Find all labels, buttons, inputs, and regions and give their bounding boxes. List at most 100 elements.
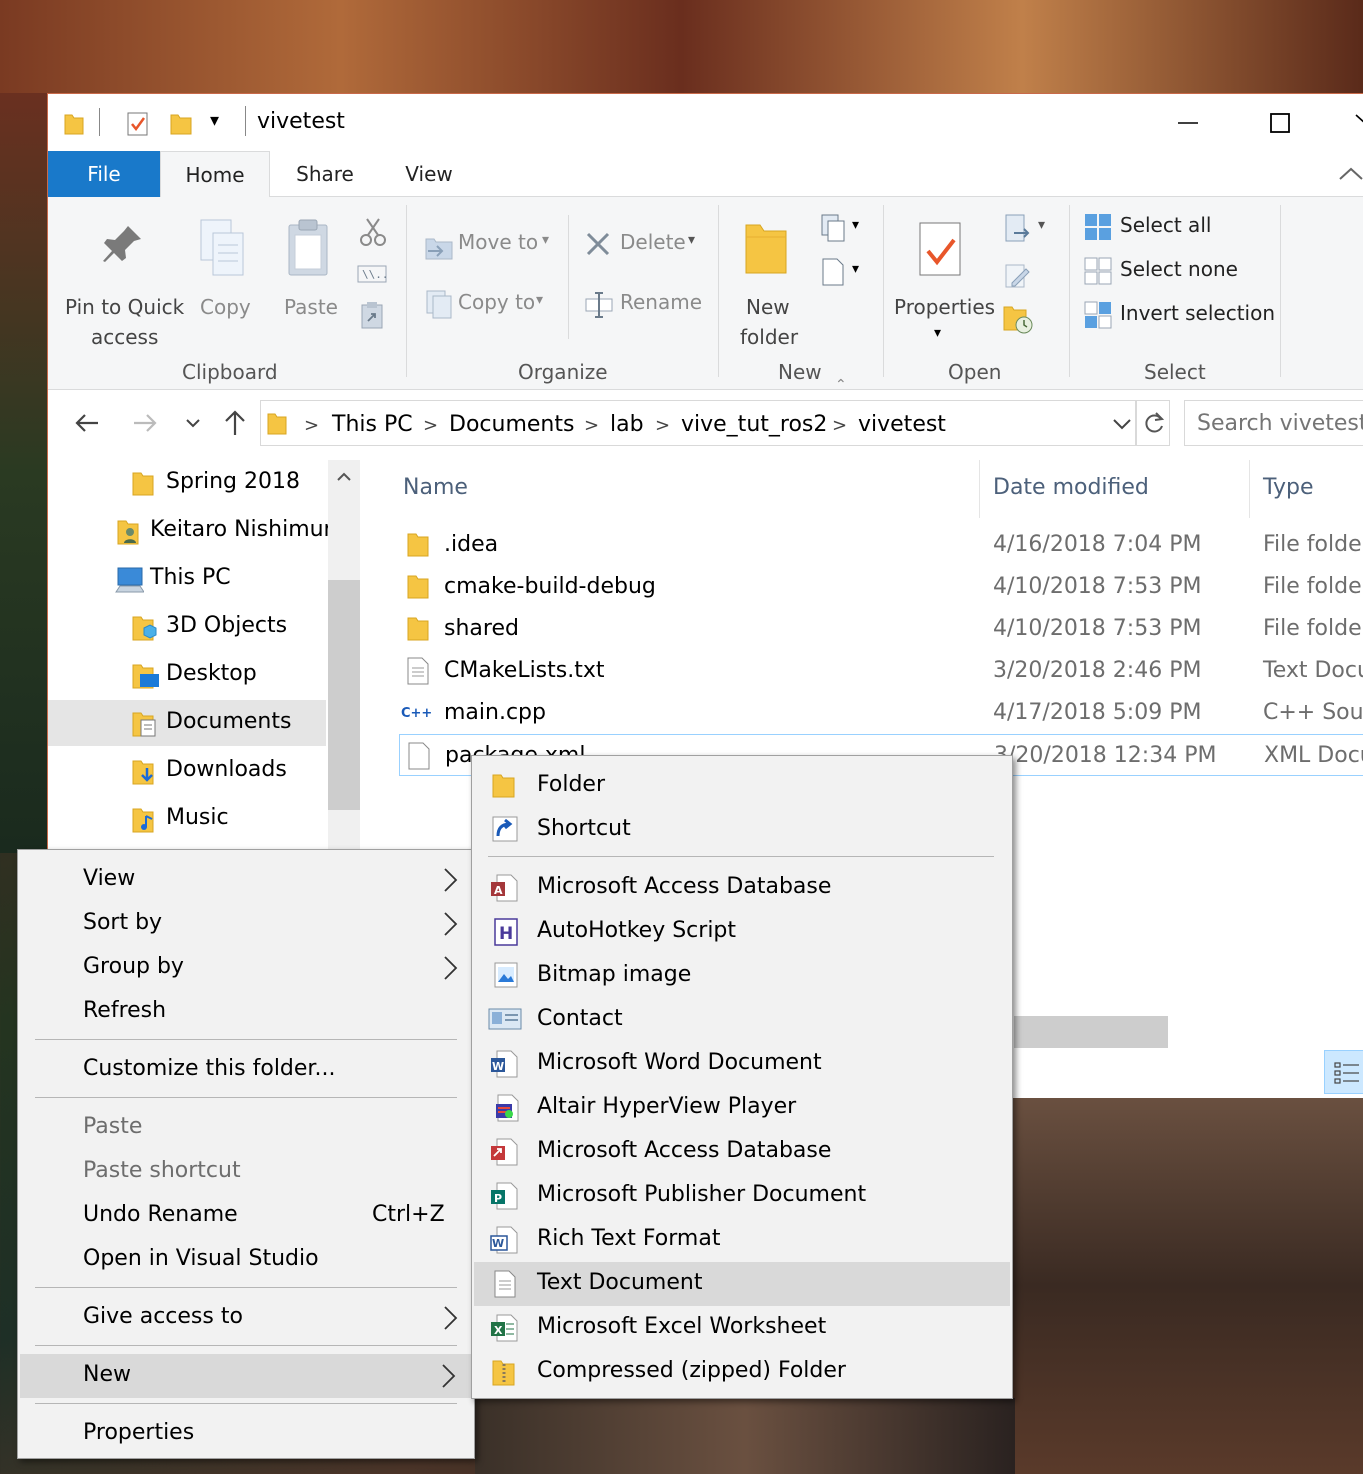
file-row[interactable]: shared 4/10/2018 7:53 PM File folde	[399, 608, 1363, 650]
maximize-button[interactable]	[1234, 94, 1326, 152]
properties-label: Properties	[894, 295, 996, 319]
breadcrumb-vivetest[interactable]: vivetest	[858, 412, 946, 437]
nav-item-3d-objects[interactable]: 3D Objects	[48, 604, 326, 650]
menu-item-sort-by[interactable]: Sort by	[18, 902, 474, 946]
tab-home[interactable]: Home	[160, 151, 270, 198]
new-item-bitmap-image[interactable]: Bitmap image	[472, 954, 1012, 998]
new-item-text-document[interactable]: Text Document	[474, 1262, 1010, 1306]
breadcrumb-this-pc[interactable]: This PC	[332, 412, 413, 437]
new-folder-button[interactable]: New folder	[728, 207, 810, 357]
tab-file[interactable]: File	[48, 151, 160, 197]
refresh-button[interactable]	[1136, 400, 1170, 446]
paste-button[interactable]: Paste	[276, 207, 342, 327]
new-item-button[interactable]: ▾	[816, 213, 868, 247]
breadcrumb-documents[interactable]: Documents	[449, 412, 574, 437]
breadcrumb-chevron-icon[interactable]: >	[304, 415, 319, 436]
copy-path-icon[interactable]: \\..	[357, 265, 387, 283]
invert-selection-button[interactable]: Invert selection	[1082, 299, 1292, 333]
breadcrumb-vive-tut-ros2[interactable]: vive_tut_ros2	[681, 412, 827, 437]
menu-item-give-access-to[interactable]: Give access to	[18, 1296, 474, 1340]
menu-item-undo-rename[interactable]: Undo Rename Ctrl+Z	[18, 1194, 474, 1238]
qat-dropdown-icon[interactable]: ▾	[210, 110, 219, 131]
new-item-access-database-2[interactable]: Microsoft Access Database	[472, 1130, 1012, 1174]
menu-separator	[35, 1097, 457, 1098]
select-none-button[interactable]: Select none	[1082, 255, 1282, 289]
file-row[interactable]: .idea 4/16/2018 7:04 PM File folde	[399, 524, 1363, 566]
breadcrumb-chevron-icon[interactable]: >	[832, 415, 847, 436]
nav-item-spring-2018[interactable]: Spring 2018	[48, 460, 326, 506]
column-type[interactable]: Type	[1263, 475, 1314, 500]
menu-item-refresh[interactable]: Refresh	[18, 990, 474, 1034]
breadcrumb-chevron-icon[interactable]: >	[584, 415, 599, 436]
address-history-icon[interactable]	[1112, 416, 1132, 432]
file-row[interactable]: cmake-build-debug 4/10/2018 7:53 PM File…	[399, 566, 1363, 608]
file-type: XML Docu	[1264, 743, 1363, 768]
search-input[interactable]	[1184, 400, 1363, 446]
new-item-excel-worksheet[interactable]: X Microsoft Excel Worksheet	[472, 1306, 1012, 1350]
menu-item-properties[interactable]: Properties	[18, 1412, 474, 1456]
scroll-up-icon[interactable]	[336, 470, 352, 482]
move-to-button[interactable]: Move to ▾	[424, 227, 558, 263]
open-button[interactable]: ▾	[998, 213, 1054, 247]
cut-icon[interactable]	[360, 217, 386, 247]
column-name[interactable]: Name	[403, 475, 468, 500]
easy-access-button[interactable]: ▾	[816, 257, 868, 291]
new-item-contact[interactable]: Contact	[472, 998, 1012, 1042]
menu-item-customize-folder[interactable]: Customize this folder...	[18, 1048, 474, 1092]
column-separator[interactable]	[1249, 460, 1250, 518]
file-row[interactable]: C++ main.cpp 4/17/2018 5:09 PM C++ Sour	[399, 692, 1363, 734]
copy-to-button[interactable]: Copy to ▾	[424, 287, 558, 323]
new-item-rich-text-format[interactable]: W Rich Text Format	[472, 1218, 1012, 1262]
delete-button[interactable]: Delete ▾	[582, 227, 702, 263]
menu-item-open-in-visual-studio[interactable]: Open in Visual Studio	[18, 1238, 474, 1282]
up-arrow-icon[interactable]	[222, 408, 248, 436]
new-item-access-database[interactable]: A Microsoft Access Database	[472, 866, 1012, 910]
menu-item-new[interactable]: New	[20, 1354, 472, 1398]
nav-item-this-pc[interactable]: This PC	[48, 556, 326, 602]
back-arrow-icon[interactable]	[74, 410, 100, 436]
history-icon[interactable]	[1002, 303, 1034, 335]
nav-item-keitaro[interactable]: Keitaro Nishimur	[48, 508, 333, 554]
breadcrumb-chevron-icon[interactable]: >	[423, 415, 438, 436]
collapse-ribbon-icon[interactable]	[1338, 165, 1363, 183]
rename-button[interactable]: Rename	[582, 287, 702, 323]
pin-to-quick-access-button[interactable]: Pin to Quick access	[62, 207, 184, 357]
new-item-publisher-document[interactable]: P Microsoft Publisher Document	[472, 1174, 1012, 1218]
recent-locations-icon[interactable]	[184, 414, 202, 432]
nav-item-documents[interactable]: Documents	[48, 700, 326, 746]
menu-item-group-by[interactable]: Group by	[18, 946, 474, 990]
nav-item-downloads[interactable]: Downloads	[48, 748, 326, 794]
new-item-compressed-folder[interactable]: Compressed (zipped) Folder	[472, 1350, 1012, 1394]
tab-share[interactable]: Share	[280, 151, 370, 197]
new-item-autohotkey-script[interactable]: H AutoHotkey Script	[472, 910, 1012, 954]
file-row[interactable]: CMakeLists.txt 3/20/2018 2:46 PM Text Do…	[399, 650, 1363, 692]
column-separator[interactable]	[979, 460, 980, 518]
menu-item-view[interactable]: View	[18, 858, 474, 902]
new-item-word-document[interactable]: W Microsoft Word Document	[472, 1042, 1012, 1086]
minimize-button[interactable]	[1142, 94, 1234, 152]
new-item-folder[interactable]: Folder	[472, 764, 1012, 808]
paste-shortcut-icon[interactable]	[360, 301, 384, 329]
column-date-modified[interactable]: Date modified	[993, 475, 1149, 500]
navigation-scrollbar[interactable]	[328, 460, 360, 854]
breadcrumb-chevron-icon[interactable]: >	[655, 415, 670, 436]
breadcrumb-lab[interactable]: lab	[610, 412, 644, 437]
nav-item-music[interactable]: Music	[48, 796, 326, 842]
edit-icon[interactable]	[1002, 261, 1032, 291]
properties-button[interactable]: Properties ▾	[890, 207, 996, 357]
scrollbar-thumb[interactable]	[328, 580, 360, 810]
select-all-button[interactable]: Select all	[1082, 211, 1282, 245]
new-item-hyperview-player[interactable]: Altair HyperView Player	[472, 1086, 1012, 1130]
delete-label: Delete	[620, 230, 686, 254]
copy-button[interactable]: Copy	[194, 207, 254, 327]
tab-view[interactable]: View	[384, 151, 474, 197]
new-item-shortcut[interactable]: Shortcut	[472, 808, 1012, 852]
horizontal-scrollbar-thumb[interactable]	[1014, 1016, 1168, 1048]
properties-qat-icon[interactable]	[127, 110, 149, 136]
forward-arrow-icon[interactable]	[132, 410, 158, 436]
new-folder-qat-icon[interactable]	[170, 111, 192, 135]
details-view-button[interactable]	[1324, 1050, 1363, 1094]
close-button[interactable]	[1326, 94, 1363, 152]
nav-item-desktop[interactable]: Desktop	[48, 652, 326, 698]
new-item-icon	[818, 213, 848, 243]
